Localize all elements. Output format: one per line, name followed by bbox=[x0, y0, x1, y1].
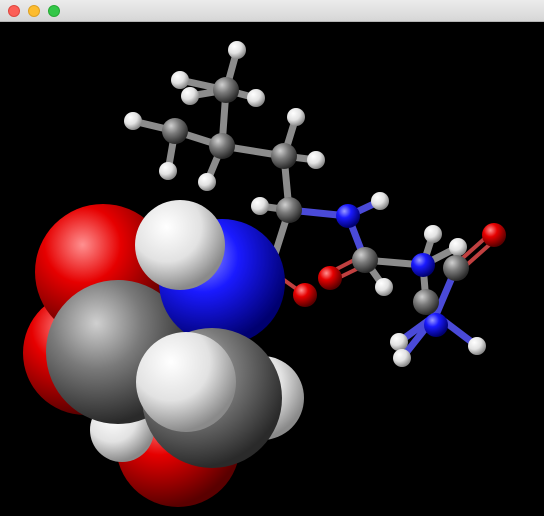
space-filling-molecule[interactable] bbox=[23, 200, 304, 507]
atom-oxygen[interactable] bbox=[482, 223, 506, 247]
atom-hydrogen[interactable] bbox=[307, 151, 325, 169]
atom-nitrogen[interactable] bbox=[424, 313, 448, 337]
atom-hydrogen[interactable] bbox=[228, 41, 246, 59]
atom-oxygen[interactable] bbox=[318, 266, 342, 290]
atom-carbon[interactable] bbox=[213, 77, 239, 103]
atom-hydrogen[interactable] bbox=[371, 192, 389, 210]
atom-hydrogen[interactable] bbox=[181, 87, 199, 105]
atom-hydrogen[interactable] bbox=[171, 71, 189, 89]
atom-carbon[interactable] bbox=[209, 133, 235, 159]
atom-carbon[interactable] bbox=[443, 255, 469, 281]
atom-carbon[interactable] bbox=[276, 197, 302, 223]
atom-hydrogen[interactable] bbox=[159, 162, 177, 180]
atom-nitrogen[interactable] bbox=[411, 253, 435, 277]
atom-hydrogen[interactable] bbox=[247, 89, 265, 107]
atom-hydrogen[interactable] bbox=[198, 173, 216, 191]
atom-hydrogen[interactable] bbox=[449, 238, 467, 256]
atom-hydrogen[interactable] bbox=[135, 200, 225, 290]
atom-hydrogen[interactable] bbox=[424, 225, 442, 243]
title-bar[interactable] bbox=[0, 0, 544, 22]
molecule-canvas[interactable] bbox=[0, 22, 544, 516]
molecule-viewport[interactable] bbox=[0, 22, 544, 516]
atom-hydrogen[interactable] bbox=[393, 349, 411, 367]
atom-nitrogen[interactable] bbox=[336, 204, 360, 228]
atom-hydrogen[interactable] bbox=[124, 112, 142, 130]
atom-hydrogen[interactable] bbox=[390, 333, 408, 351]
atom-hydrogen[interactable] bbox=[468, 337, 486, 355]
atom-hydrogen[interactable] bbox=[251, 197, 269, 215]
atom-carbon[interactable] bbox=[271, 143, 297, 169]
zoom-button[interactable] bbox=[48, 5, 60, 17]
close-button[interactable] bbox=[8, 5, 20, 17]
atom-hydrogen[interactable] bbox=[375, 278, 393, 296]
atom-carbon[interactable] bbox=[413, 289, 439, 315]
atom-carbon[interactable] bbox=[162, 118, 188, 144]
minimize-button[interactable] bbox=[28, 5, 40, 17]
atom-hydrogen[interactable] bbox=[287, 108, 305, 126]
atom-carbon[interactable] bbox=[352, 247, 378, 273]
app-window bbox=[0, 0, 544, 516]
atom-oxygen[interactable] bbox=[293, 283, 317, 307]
atom-hydrogen[interactable] bbox=[136, 332, 236, 432]
